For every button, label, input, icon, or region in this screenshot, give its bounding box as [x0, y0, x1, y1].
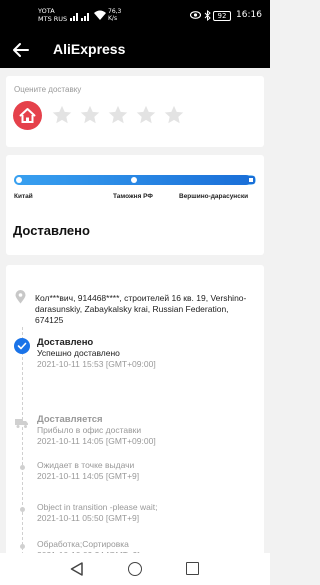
- home-icon: [19, 108, 36, 123]
- star-icon[interactable]: [79, 104, 101, 126]
- clock: 16:16: [236, 10, 262, 20]
- stage-label-customs: Таможня РФ: [113, 193, 153, 200]
- nav-recents-icon[interactable]: [186, 562, 199, 575]
- timeline-event: Доставлено Успешно доставлено 2021-10-11…: [37, 337, 156, 370]
- carrier-info: YOTA MTS RUS: [38, 7, 67, 23]
- truck-icon: [15, 419, 28, 428]
- delivery-status: Доставлено: [13, 223, 90, 238]
- star-icon[interactable]: [107, 104, 129, 126]
- event-time: 2021-10-11 14:05 [GMT+9]: [37, 471, 140, 481]
- nav-back-icon[interactable]: [70, 562, 83, 576]
- timeline-dot: [20, 544, 25, 549]
- network-speed: 76,3 K/s: [108, 8, 121, 22]
- stage-label-destination: Вершино-дарасунски: [179, 193, 249, 200]
- carrier-name: MTS RUS: [38, 15, 68, 23]
- check-icon: [14, 338, 30, 354]
- event-description: Прибыло в офис доставки: [37, 425, 142, 435]
- event-time: 2021-10-11 14:05 [GMT+09:00]: [37, 436, 156, 446]
- home-delivery-button[interactable]: [13, 101, 42, 130]
- bluetooth-icon: [204, 10, 211, 21]
- rating-card: Оцените доставку: [6, 76, 264, 147]
- nav-home-icon[interactable]: [128, 562, 142, 576]
- carrier-name: YOTA: [38, 7, 55, 15]
- timeline-dot: [20, 465, 25, 470]
- app-bar: AliExpress: [0, 32, 270, 68]
- speed-value: 76,3: [108, 8, 122, 15]
- event-description: Ожидает в точке выдачи: [37, 460, 135, 470]
- stage-marker: [131, 177, 137, 183]
- arrow-left-icon[interactable]: [12, 41, 30, 59]
- tracking-card: Китай Таможня РФ Вершино-дарасунски Дост…: [6, 155, 264, 255]
- battery-level: 92: [213, 11, 231, 21]
- speed-unit: K/s: [108, 15, 118, 22]
- event-time: 2021-10-11 15:53 [GMT+09:00]: [37, 359, 156, 369]
- system-nav-bar: [0, 553, 270, 585]
- rating-label: Оцените доставку: [14, 85, 82, 94]
- location-pin-icon: [15, 290, 26, 304]
- delivery-address: Кол***вич, 914468****, строителей 16 кв.…: [35, 293, 247, 325]
- timeline-event: Ожидает в точке выдачи 2021-10-11 14:05 …: [37, 460, 139, 482]
- star-icon[interactable]: [135, 104, 157, 126]
- event-title: Доставляется: [37, 414, 103, 425]
- timeline-event: Object in transition -please wait; 2021-…: [37, 502, 157, 524]
- eye-icon: [190, 11, 201, 19]
- timeline-dot: [20, 507, 25, 512]
- status-bar: YOTA MTS RUS 76,3 K/s 92 16:16: [0, 0, 270, 32]
- stage-label-origin: Китай: [14, 193, 33, 200]
- stage-end-marker: [247, 176, 255, 184]
- tracking-details-card: Кол***вич, 914468****, строителей 16 кв.…: [6, 265, 264, 585]
- wifi-icon: [94, 10, 106, 20]
- star-icon[interactable]: [51, 104, 73, 126]
- event-description: Object in transition -please wait;: [37, 502, 158, 512]
- timeline-event: Доставляется Прибыло в офис доставки 202…: [37, 414, 156, 447]
- star-icon[interactable]: [163, 104, 185, 126]
- event-description: Обработка;Сортировка: [37, 539, 129, 549]
- event-title: Доставлено: [37, 337, 94, 348]
- stage-marker: [16, 177, 22, 183]
- event-description: Успешно доставлено: [37, 348, 120, 358]
- signal-icon: [70, 13, 89, 21]
- event-time: 2021-10-11 05:50 [GMT+9]: [37, 513, 140, 523]
- page-title: AliExpress: [53, 41, 126, 57]
